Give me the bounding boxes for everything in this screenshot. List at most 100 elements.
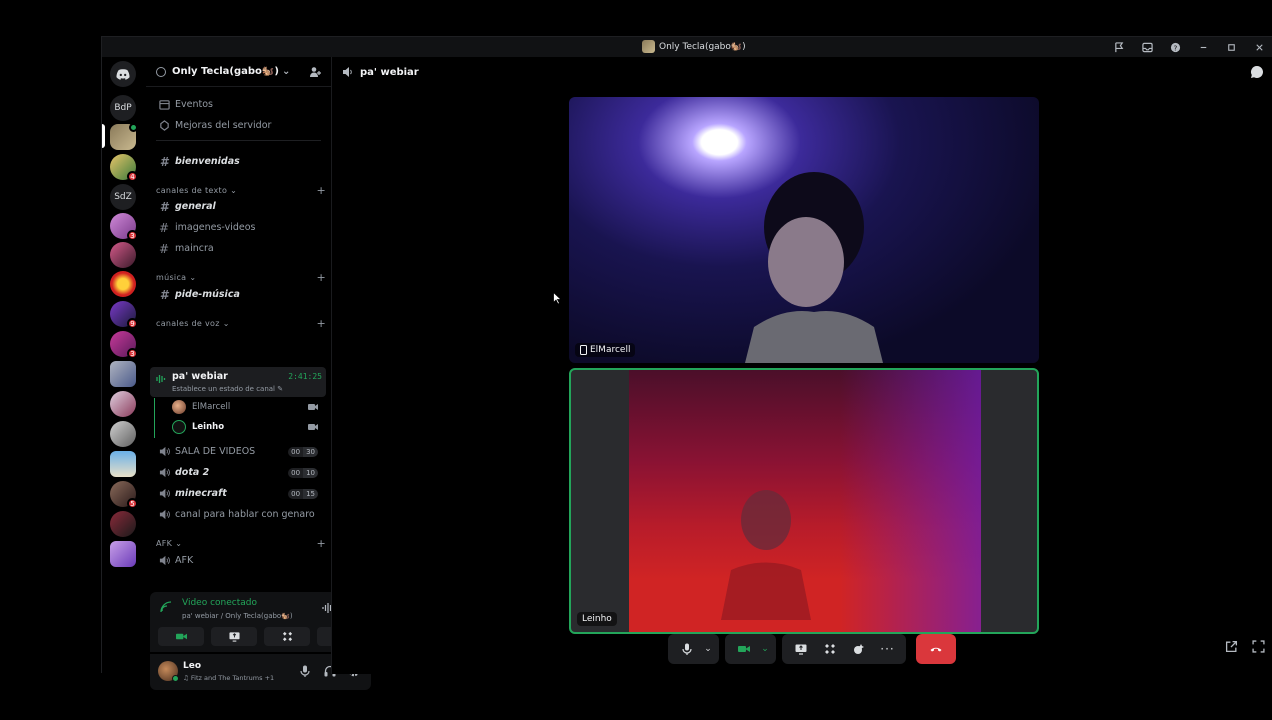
camera-control-group: ⌄ — [725, 634, 776, 664]
server-icon[interactable] — [110, 361, 136, 387]
channel-name: SALA DE VIDEOS — [175, 446, 256, 457]
camera-options-button[interactable]: ⌄ — [758, 637, 772, 661]
mic-control-group: ⌄ — [668, 634, 719, 664]
user-activity: ♫ Fitz and The Tantrums +1 — [183, 674, 274, 682]
events-link[interactable]: Eventos — [152, 95, 324, 114]
help-icon[interactable]: ? — [1161, 37, 1189, 57]
flag-icon[interactable] — [1105, 37, 1133, 57]
server-header[interactable]: Only Tecla(gabo🐿️) ⌄ — [146, 57, 331, 87]
microphone-icon[interactable] — [300, 665, 310, 677]
video-tile-leinho[interactable]: Leinho — [569, 368, 1039, 634]
mic-options-button[interactable]: ⌄ — [701, 637, 715, 661]
category-music[interactable]: música ⌄ + — [156, 270, 326, 284]
invite-people-icon[interactable] — [309, 66, 321, 78]
category-label: AFK — [156, 538, 173, 548]
more-options-button[interactable]: ··· — [873, 637, 902, 661]
window-title: Only Tecla(gabo🐿️) — [642, 40, 746, 53]
active-server-indicator — [102, 124, 105, 148]
channel-imagenes-videos[interactable]: # imagenes-videos — [152, 218, 324, 237]
server-icon[interactable]: 9 — [110, 301, 138, 329]
channel-name: pide-música — [175, 289, 240, 300]
voice-user[interactable]: ElMarcell — [172, 398, 322, 416]
server-icon[interactable] — [110, 421, 136, 447]
signal-icon[interactable] — [160, 601, 172, 613]
pop-out-icon[interactable] — [1225, 640, 1238, 653]
chevron-down-icon: ⌄ — [704, 644, 712, 654]
soundboard-button[interactable] — [844, 637, 873, 661]
server-icon[interactable]: 3 — [110, 213, 138, 241]
channel-name: bienvenidas — [175, 156, 240, 167]
channel-status-prompt[interactable]: Establece un estado de canal ✎ — [172, 385, 283, 393]
activities-icon — [824, 644, 835, 654]
channel-name: maincra — [175, 243, 214, 254]
chevron-down-icon: ⌄ — [761, 644, 769, 654]
category-afk[interactable]: AFK ⌄ + — [156, 536, 326, 550]
inbox-icon[interactable] — [1133, 37, 1161, 57]
voice-channel-afk[interactable]: AFK — [152, 551, 324, 570]
channel-maincra[interactable]: # maincra — [152, 239, 324, 258]
channel-pide-musica[interactable]: # pide-música — [152, 285, 324, 304]
server-icon[interactable] — [110, 242, 136, 268]
call-timer: 2:41:25 — [288, 372, 322, 381]
category-label: música — [156, 272, 187, 282]
chat-bubble-icon[interactable] — [1250, 65, 1264, 79]
voice-channel-sala-de-videos[interactable]: SALA DE VIDEOS 00 30 — [152, 442, 324, 461]
server-icon[interactable] — [110, 271, 136, 297]
server-icon-only-tecla[interactable] — [110, 123, 138, 150]
app-window: Only Tecla(gabo🐿️) ? BdP 4 SdZ 3 9 3 5 O… — [101, 36, 1272, 690]
discord-logo-icon — [116, 68, 130, 80]
server-icon[interactable]: 5 — [110, 481, 138, 509]
chevron-down-icon: ⌄ — [189, 272, 197, 282]
voice-channel-active[interactable]: pa' webiar Establece un estado de canal … — [150, 367, 326, 397]
channel-bienvenidas[interactable]: # bienvenidas — [152, 152, 324, 171]
user-limit: 10 — [303, 467, 318, 478]
voice-user[interactable]: Leinho — [172, 418, 322, 436]
server-icon[interactable]: 4 — [110, 154, 138, 182]
fullscreen-icon[interactable] — [1252, 640, 1265, 653]
camera-icon — [308, 424, 318, 430]
server-icon-sdz[interactable]: SdZ — [110, 184, 136, 210]
maximize-icon[interactable] — [1217, 37, 1245, 57]
add-channel-icon[interactable]: + — [316, 537, 326, 550]
title-bar: Only Tecla(gabo🐿️) ? — [102, 37, 1272, 57]
minimize-icon[interactable] — [1189, 37, 1217, 57]
camera-icon — [737, 646, 750, 652]
mute-button[interactable] — [672, 637, 701, 661]
category-label: canales de texto — [156, 185, 228, 195]
view-controls — [1225, 640, 1265, 653]
video-toggle-button[interactable] — [158, 627, 204, 646]
category-text-channels[interactable]: canales de texto ⌄ + — [156, 183, 326, 197]
camera-button[interactable] — [729, 637, 758, 661]
server-icon[interactable] — [110, 391, 136, 417]
user-limit: 15 — [303, 488, 318, 499]
discord-home-button[interactable] — [110, 61, 136, 87]
screen-share-button[interactable] — [211, 627, 257, 646]
activities-button[interactable] — [264, 627, 310, 646]
voice-channel-genaro[interactable]: canal para hablar con genaro — [152, 505, 324, 524]
disconnect-button[interactable] — [916, 634, 956, 664]
server-icon[interactable]: 3 — [110, 331, 138, 359]
music-note-icon: ♫ — [183, 674, 191, 682]
connection-location[interactable]: pa' webiar / Only Tecla(gabo🐿️) — [182, 612, 293, 620]
server-icon-bdp[interactable]: BdP — [110, 95, 136, 121]
activities-button[interactable] — [815, 637, 844, 661]
close-icon[interactable] — [1245, 37, 1272, 57]
window-title-text: Only Tecla(gabo🐿️) — [659, 41, 746, 52]
participant-nametag: ElMarcell — [575, 343, 636, 357]
server-boosts-link[interactable]: Mejoras del servidor — [152, 116, 324, 135]
voice-channel-dota-2[interactable]: dota 2 00 10 — [152, 463, 324, 482]
server-icon[interactable] — [110, 541, 136, 567]
channel-sidebar: Only Tecla(gabo🐿️) ⌄ Eventos Mejoras del… — [146, 57, 371, 690]
video-tile-elmarcell[interactable]: ElMarcell — [569, 97, 1039, 363]
channel-general[interactable]: # general — [152, 197, 324, 216]
add-channel-icon[interactable]: + — [316, 271, 326, 284]
activities-icon — [282, 631, 292, 642]
channel-name: general — [175, 201, 216, 212]
add-channel-icon[interactable]: + — [316, 317, 326, 330]
screen-share-button[interactable] — [786, 637, 815, 661]
category-voice-channels[interactable]: canales de voz ⌄ + — [156, 316, 326, 330]
server-icon[interactable] — [110, 511, 136, 537]
server-icon[interactable] — [110, 451, 136, 477]
voice-channel-minecraft[interactable]: minecraft 00 15 — [152, 484, 324, 503]
add-channel-icon[interactable]: + — [316, 184, 326, 197]
